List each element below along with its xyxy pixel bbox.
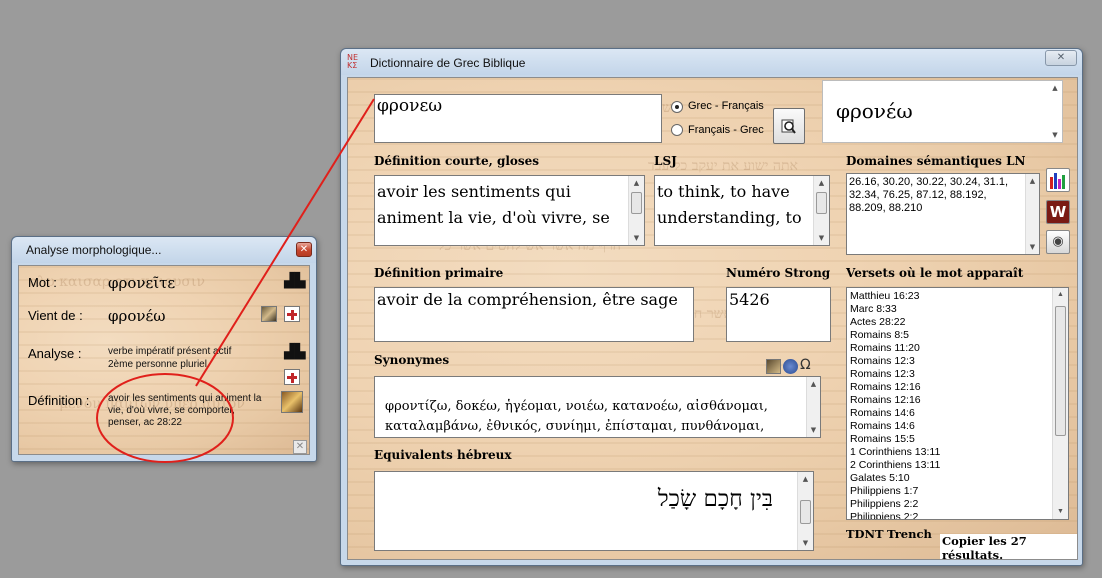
analyse-window-title: Analyse morphologique... <box>26 243 162 257</box>
analyse-window: Analyse morphologique... ✕ ολυ καισαρ οτ… <box>11 236 317 462</box>
versets-header: Versets où le mot apparaît <box>846 266 1024 280</box>
main-window-title: Dictionnaire de Grec Biblique <box>370 56 526 70</box>
portrait-small-icon[interactable] <box>766 359 781 374</box>
puzzle-icon[interactable] <box>284 306 300 322</box>
verset-item[interactable]: Philippiens 2:2 <box>850 511 940 519</box>
binoculars-icon-2[interactable]: ▟▙ <box>284 344 306 360</box>
hebreux-scrollbar[interactable]: ▲ ▼ <box>797 472 813 550</box>
scroll-icon[interactable] <box>281 391 303 413</box>
synonymes-box[interactable]: φροντίζω, δοκέω, ἡγέομαι, νοιέω, κατανοέ… <box>374 376 821 438</box>
verset-item[interactable]: 1 Corinthiens 13:11 <box>850 446 940 459</box>
definition-line-1: avoir les sentiments qui animent la <box>108 393 262 404</box>
versets-scrollbar[interactable]: ▲ ▼ <box>1052 288 1068 519</box>
main-panel: אשר אלהים אשר אדם לכל הארץ אתה ישוע את י… <box>347 77 1078 560</box>
resize-grip-icon[interactable]: ✕ <box>293 440 307 454</box>
trench-button[interactable]: Trench <box>887 527 932 541</box>
verset-item[interactable]: Romains 14:6 <box>850 420 940 433</box>
domaines-header: Domaines sémantiques LN <box>846 154 1026 168</box>
magnifier-icon <box>781 119 796 134</box>
verset-item[interactable]: Romains 12:16 <box>850 381 940 394</box>
vient-de-label: Vient de : <box>28 308 83 323</box>
verset-item[interactable]: Philippiens 2:2 <box>850 498 940 511</box>
analyse-close-button[interactable]: ✕ <box>296 242 312 257</box>
analyse-label: Analyse : <box>28 346 82 361</box>
verset-item[interactable]: Romains 8:5 <box>850 329 940 342</box>
main-close-button[interactable]: ✕ <box>1045 50 1077 66</box>
synonymes-scrollbar[interactable]: ▲ ▼ <box>806 377 820 437</box>
radio-francais-grec-label[interactable]: Français - Grec <box>688 124 764 136</box>
synonymes-icons[interactable]: Ω <box>766 357 814 375</box>
binoculars-icon[interactable]: ▟▙ <box>284 273 306 289</box>
vient-de-value: φρονέω <box>108 307 166 325</box>
verset-item[interactable]: Romains 15:5 <box>850 433 940 446</box>
strong-header: Numéro Strong <box>726 266 831 280</box>
def-primaire-box[interactable]: avoir de la compréhension, être sage <box>374 287 694 342</box>
strong-box[interactable]: 5426 <box>726 287 831 342</box>
analyse-panel: ολυ καισαρ οτι καιουσιν μενον παντων υπε… <box>18 265 310 455</box>
analyse-line-2: 2ème personne pluriel <box>108 359 207 370</box>
verset-item[interactable]: Romains 11:20 <box>850 342 940 355</box>
bar-chart-icon[interactable] <box>1046 168 1070 192</box>
verset-item[interactable]: Actes 28:22 <box>850 316 940 329</box>
verset-item[interactable]: Romains 12:3 <box>850 368 940 381</box>
definition-line-2: vie, d'où vivre, se comporter, <box>108 405 235 416</box>
verset-item[interactable]: Romains 12:3 <box>850 355 940 368</box>
puzzle-icon-2[interactable] <box>284 369 300 385</box>
versets-list[interactable]: Matthieu 16:23 Marc 8:33 Actes 28:22 Romain… <box>846 287 1069 520</box>
verset-item[interactable]: Romains 12:16 <box>850 394 940 407</box>
tdnt-button[interactable]: TDNT <box>846 527 884 541</box>
definition-label: Définition : <box>28 393 90 408</box>
domaines-scrollbar[interactable]: ▲ ▼ <box>1025 174 1039 254</box>
def-courte-header: Définition courte, gloses <box>374 154 540 168</box>
mot-value: φρονεῖτε <box>108 274 176 292</box>
app-logo-icon: NE ΚΣ <box>347 53 359 70</box>
verset-item[interactable]: 2 Corinthiens 13:11 <box>850 459 940 472</box>
def-courte-scrollbar[interactable]: ▲ ▼ <box>628 176 644 245</box>
verset-item[interactable]: Marc 8:33 <box>850 303 940 316</box>
synonymes-header: Synonymes <box>374 353 450 367</box>
analyse-line-1: verbe impératif présent actif <box>108 346 232 357</box>
lsj-header: LSJ <box>654 154 677 168</box>
verset-item[interactable]: Romains 14:6 <box>850 407 940 420</box>
verset-item[interactable]: Philippiens 1:7 <box>850 485 940 498</box>
mot-label: Mot : <box>28 275 57 290</box>
search-input[interactable]: φρονεω <box>374 94 662 143</box>
definition-line-3: penser, ac 28:22 <box>108 417 182 428</box>
verset-item[interactable]: Galates 5:10 <box>850 472 940 485</box>
verset-item[interactable]: Matthieu 16:23 <box>850 290 940 303</box>
portrait-icon[interactable] <box>261 306 277 322</box>
hebreux-header: Equivalents hébreux <box>374 448 512 462</box>
radio-francais-grec[interactable] <box>671 124 683 136</box>
radio-grec-francais-label[interactable]: Grec - Français <box>688 100 764 112</box>
word-display: φρονέω ▲ ▼ <box>822 80 1063 143</box>
def-courte-box[interactable]: avoir les sentiments qui animent la vie,… <box>374 175 645 246</box>
copier-button[interactable]: Copier les 27 résultats. <box>940 534 1077 559</box>
hebreux-box[interactable]: בִּין חָכָם שָׂכַל ▲ ▼ <box>374 471 814 551</box>
lsj-scrollbar[interactable]: ▲ ▼ <box>813 176 829 245</box>
lsj-box[interactable]: to think, to have understanding, to ▲ ▼ <box>654 175 830 246</box>
speaker-icon[interactable]: ◉ <box>1046 230 1070 254</box>
search-button[interactable] <box>773 108 805 144</box>
network-icon[interactable] <box>783 359 798 374</box>
domaines-box[interactable]: 26.16, 30.20, 30.22, 30.24, 31.1, 32.34,… <box>846 173 1040 255</box>
w-logo-icon[interactable]: W <box>1046 200 1070 224</box>
main-window: NE ΚΣ Dictionnaire de Grec Biblique ✕ אשר… <box>340 48 1083 566</box>
omega-icon[interactable]: Ω <box>800 357 811 373</box>
def-primaire-header: Définition primaire <box>374 266 504 280</box>
radio-grec-francais[interactable] <box>671 101 683 113</box>
